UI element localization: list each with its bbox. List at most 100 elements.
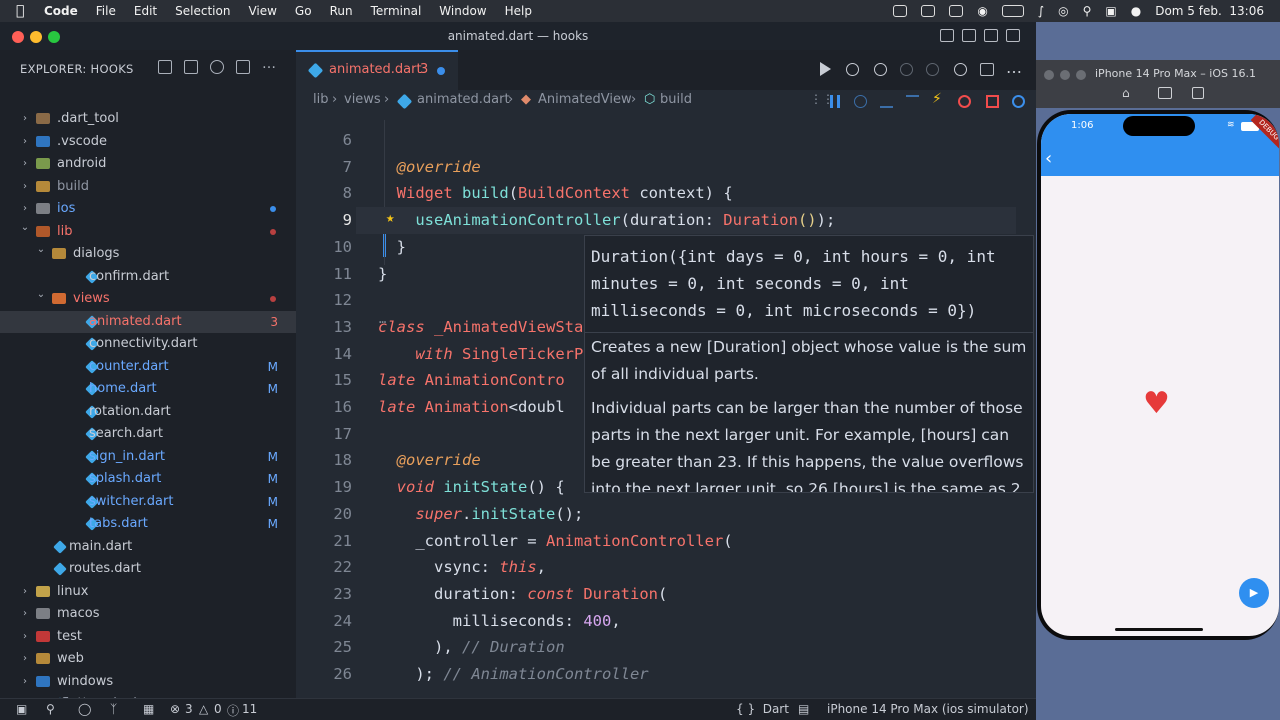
split-editor-icon[interactable] [980, 63, 994, 76]
menu-terminal[interactable]: Terminal [371, 4, 422, 18]
home-icon[interactable]: ⌂ [1122, 86, 1130, 100]
previous-change-icon[interactable] [900, 63, 913, 76]
code-line[interactable]: ), // Duration [378, 638, 565, 656]
code-line[interactable]: class _AnimatedViewSta [378, 318, 583, 336]
breadcrumb-method[interactable]: build [660, 92, 692, 107]
customize-layout-icon[interactable] [1006, 29, 1020, 42]
code-line[interactable]: @override [378, 158, 481, 176]
code-line[interactable]: @override [378, 451, 481, 469]
error-count[interactable]: 3 [185, 702, 193, 716]
sim-minimize-button[interactable] [1060, 70, 1070, 80]
tree-folder-macos[interactable]: › macos [0, 603, 296, 625]
breadcrumb-views[interactable]: views [344, 92, 381, 107]
run-icon[interactable] [820, 62, 831, 76]
code-line[interactable]: void initState() { [378, 478, 565, 496]
tree-folder-web[interactable]: › web [0, 648, 296, 670]
tab-animated-dart[interactable]: animated.dart 3 [296, 50, 458, 90]
headphones-icon[interactable]: ◉ [977, 4, 987, 18]
battery-icon[interactable] [1001, 5, 1024, 17]
tree-file-connectivity-dart[interactable]: connectivity.dart [0, 333, 296, 355]
tree-file-search-dart[interactable]: search.dart [0, 423, 296, 445]
chevron-right-icon[interactable]: › [20, 603, 30, 625]
restart-icon[interactable] [958, 95, 971, 108]
warning-icon[interactable]: △ [199, 702, 208, 716]
tree-folder-dart-tool[interactable]: › .dart_tool [0, 108, 296, 130]
refresh-icon[interactable] [210, 60, 224, 74]
chevron-right-icon[interactable]: › [20, 581, 30, 603]
breadcrumb-lib[interactable]: lib [313, 92, 328, 107]
tree-folder-dialogs[interactable]: ⌄ dialogs [0, 243, 296, 265]
tree-file-animated-dart[interactable]: animated.dart 3 [0, 310, 296, 333]
tree-file-main-dart[interactable]: main.dart [0, 536, 296, 558]
bluetooth-icon[interactable]: ∫ [1038, 4, 1044, 18]
tree-folder-build[interactable]: › build [0, 176, 296, 198]
chevron-right-icon[interactable]: › [20, 648, 30, 670]
branch-icon[interactable]: ᛉ [110, 702, 117, 716]
tree-file-rotation-dart[interactable]: rotation.dart [0, 401, 296, 423]
tree-folder-views[interactable]: ⌄ views [0, 288, 296, 310]
play-fab[interactable]: ▶ [1239, 578, 1269, 608]
chevron-down-icon[interactable]: ⌄ [20, 217, 30, 239]
control-center-icon[interactable]: ▣ [1105, 4, 1116, 18]
tree-file-tabs-dart[interactable]: tabs.dart M [0, 513, 296, 535]
apple-icon[interactable]:  [16, 4, 30, 18]
breadcrumb-file[interactable]: animated.dart [417, 92, 510, 107]
back-arrow-icon[interactable]: ‹ [1045, 150, 1052, 168]
inspect-widget-icon[interactable] [1012, 95, 1025, 108]
tree-file-routes-dart[interactable]: routes.dart [0, 558, 296, 580]
hot-reload-icon[interactable]: ⚡ [932, 91, 945, 107]
toggle-secondary-sidebar-icon[interactable] [984, 29, 998, 42]
code-line[interactable]: duration: const Duration( [378, 585, 667, 603]
tree-folder-test[interactable]: › test [0, 626, 296, 648]
collapse-all-icon[interactable] [236, 60, 250, 74]
stop-icon[interactable] [986, 95, 999, 108]
step-into-icon[interactable] [880, 95, 893, 108]
remote-icon[interactable]: ▣ [16, 702, 27, 716]
new-file-icon[interactable] [158, 60, 172, 74]
error-icon[interactable]: ⊗ [170, 702, 180, 716]
grid-icon[interactable] [949, 5, 964, 17]
sim-zoom-button[interactable] [1076, 70, 1086, 80]
folded-region-ellipsis[interactable]: … [379, 312, 386, 326]
chevron-right-icon[interactable]: › [20, 626, 30, 648]
menu-help[interactable]: Help [505, 4, 532, 18]
toggle-sidebar-icon[interactable] [940, 29, 954, 42]
accounts-icon[interactable]: ◯ [78, 702, 91, 716]
siri-icon[interactable]: ● [1131, 4, 1141, 18]
tree-file-switcher-dart[interactable]: switcher.dart M [0, 491, 296, 513]
code-line[interactable]: late Animation<doubl [378, 398, 565, 416]
next-change-icon[interactable] [926, 63, 939, 76]
code-line[interactable]: vsync: this, [378, 558, 546, 576]
iphone-screen[interactable]: 1:06 ≋ DEBUG ‹ ♥ ▶ [1041, 114, 1279, 636]
chevron-right-icon[interactable]: › [20, 671, 30, 693]
unsaved-dot-icon[interactable] [437, 67, 445, 75]
drag-handle-icon[interactable]: ⋮⋮ [810, 92, 834, 106]
tree-file-counter-dart[interactable]: counter.dart M [0, 356, 296, 378]
menu-go[interactable]: Go [295, 4, 312, 18]
chevron-down-icon[interactable]: ⌄ [36, 239, 46, 261]
search-icon[interactable]: ⚲ [1083, 4, 1092, 18]
code-line[interactable]: useAnimationController(duration: Duratio… [378, 211, 835, 229]
more-actions-icon[interactable]: … [262, 57, 276, 74]
menu-selection[interactable]: Selection [175, 4, 230, 18]
ports-icon[interactable]: ▦ [143, 702, 154, 716]
lightbulb-icon[interactable]: ★ [386, 210, 394, 226]
tree-file-splash-dart[interactable]: splash.dart M [0, 468, 296, 490]
new-folder-icon[interactable] [184, 60, 198, 74]
code-line[interactable]: } [378, 238, 406, 256]
code-line[interactable]: _controller = AnimationController( [378, 532, 732, 550]
tree-folder-ios[interactable]: › ios [0, 198, 296, 220]
pause-icon[interactable] [830, 95, 840, 108]
language-mode[interactable]: { } Dart [736, 702, 789, 716]
info-count[interactable]: 11 [242, 702, 257, 716]
device-selector[interactable]: iPhone 14 Pro Max (ios simulator) [827, 702, 1029, 716]
code-line[interactable]: ); // AnimationController [378, 665, 648, 683]
tree-folder-android[interactable]: › android [0, 153, 296, 175]
menu-app-name[interactable]: Code [44, 4, 78, 18]
menu-file[interactable]: File [96, 4, 116, 18]
code-line[interactable]: milliseconds: 400, [378, 612, 621, 630]
wifi-icon[interactable]: ◎ [1058, 4, 1068, 18]
chevron-right-icon[interactable]: › [20, 131, 30, 153]
warning-count[interactable]: 0 [214, 702, 222, 716]
code-line[interactable]: super.initState(); [378, 505, 583, 523]
